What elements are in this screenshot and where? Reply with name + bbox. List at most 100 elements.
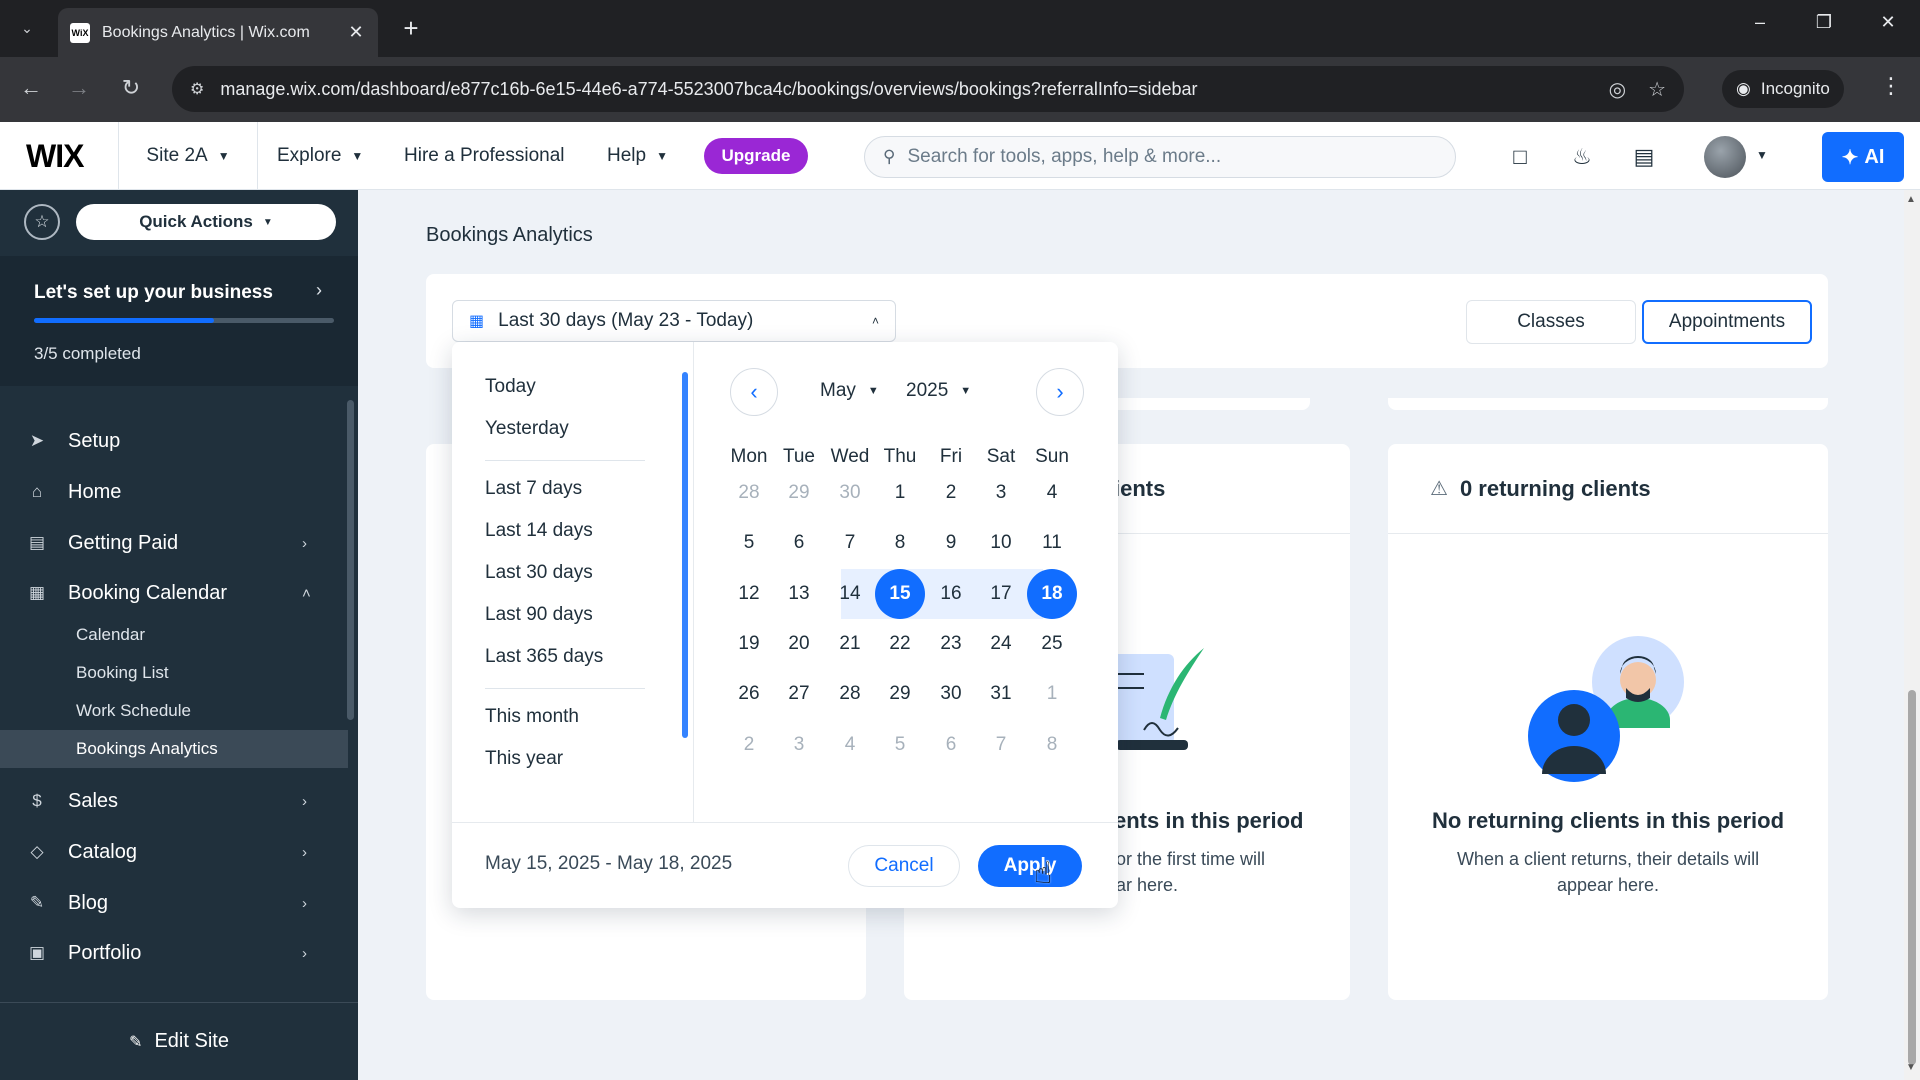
preset-last-7-days[interactable]: Last 7 days [485,478,582,500]
calendar-day[interactable]: 29 [774,468,824,518]
sidebar-subitem-bookings-analytics[interactable]: Bookings Analytics [0,730,348,768]
calendar-day[interactable]: 1 [875,468,925,518]
tab-close-icon[interactable]: ✕ [346,22,366,43]
next-month-icon[interactable]: › [1036,368,1084,416]
browser-tab[interactable]: WiX Bookings Analytics | Wix.com ✕ [58,8,378,57]
apply-button[interactable]: Apply [978,845,1082,887]
hire-professional-link[interactable]: Hire a Professional [404,122,565,190]
sidebar-item-blog[interactable]: ✎ Blog › [0,880,350,926]
calendar-day[interactable]: 8 [1027,720,1077,770]
explore-menu[interactable]: Explore ▼ [277,122,363,190]
scroll-down-arrow-icon[interactable]: ▼ [1906,1062,1916,1073]
calendar-day[interactable]: 25 [1027,619,1077,669]
calendar-day[interactable]: 22 [875,619,925,669]
sidebar-item-setup[interactable]: ➤ Setup [0,418,350,464]
calendar-day[interactable]: 9 [926,518,976,568]
help-menu[interactable]: Help ▼ [607,122,668,190]
calendar-day[interactable]: 7 [825,518,875,568]
calendar-day[interactable]: 13 [774,569,824,619]
upgrade-button[interactable]: Upgrade [704,138,808,174]
calendar-day[interactable]: 23 [926,619,976,669]
calendar-day[interactable]: 4 [825,720,875,770]
calendar-day[interactable]: 10 [976,518,1026,568]
quick-actions-button[interactable]: Quick Actions ▼ [76,204,336,240]
minimize-icon[interactable]: – [1740,12,1780,33]
year-select[interactable]: 2025 ▼ [906,380,971,402]
calendar-day[interactable]: 28 [724,468,774,518]
cancel-button[interactable]: Cancel [848,845,960,887]
window-close-icon[interactable]: ✕ [1868,12,1908,33]
calendar-day[interactable]: 28 [825,669,875,719]
forward-arrow-icon[interactable]: → [62,73,96,103]
setup-progress-card[interactable]: Let's set up your business › 3/5 complet… [0,256,358,386]
calendar-day[interactable]: 6 [926,720,976,770]
calendar-day[interactable]: 31 [976,669,1026,719]
calendar-day[interactable]: 29 [875,669,925,719]
calendar-day[interactable]: 3 [774,720,824,770]
sidebar-item-getting-paid[interactable]: ▤ Getting Paid › [0,520,350,566]
preset-last-90-days[interactable]: Last 90 days [485,604,593,626]
updates-news-icon[interactable]: ▤ [1629,142,1659,172]
sidebar-item-portfolio[interactable]: ▣ Portfolio › [0,930,350,976]
search-box[interactable]: ⚲ [864,136,1456,178]
calendar-day[interactable]: 11 [1027,518,1077,568]
sidebar-item-sales[interactable]: $ Sales › [0,778,350,824]
calendar-day[interactable]: 17 [976,569,1026,619]
back-arrow-icon[interactable]: ← [14,73,48,103]
site-settings-icon[interactable]: ⚙ [190,79,204,99]
main-scrollbar-thumb[interactable] [1908,690,1916,1065]
calendar-day[interactable]: 30 [926,669,976,719]
incognito-badge[interactable]: ◉ Incognito [1722,70,1844,108]
sidebar-subitem-calendar[interactable]: Calendar [0,616,348,654]
chevron-down-icon[interactable]: ▼ [1756,148,1768,162]
preset-this-year[interactable]: This year [485,748,563,770]
sidebar-item-catalog[interactable]: ◇ Catalog › [0,829,350,875]
bookmark-star-icon[interactable]: ☆ [1648,77,1666,102]
calendar-day[interactable]: 24 [976,619,1026,669]
sidebar-subitem-booking-list[interactable]: Booking List [0,654,348,692]
address-bar[interactable]: ⚙ manage.wix.com/dashboard/e877c16b-6e15… [172,66,1684,112]
calendar-day[interactable]: 4 [1027,468,1077,518]
ai-assistant-button[interactable]: ✦ AI [1822,132,1904,182]
calendar-day[interactable]: 6 [774,518,824,568]
sidebar-item-booking-calendar[interactable]: ▦ Booking Calendar ˄ [0,570,350,616]
scroll-up-arrow-icon[interactable]: ▲ [1906,194,1916,205]
month-select[interactable]: May ▼ [820,380,879,402]
url-text[interactable]: manage.wix.com/dashboard/e877c16b-6e15-4… [220,79,1586,100]
calendar-day[interactable]: 2 [926,468,976,518]
calendar-day[interactable]: 27 [774,669,824,719]
calendar-day[interactable]: 5 [875,720,925,770]
calendar-day[interactable]: 26 [724,669,774,719]
favorites-star-icon[interactable]: ☆ [24,204,60,240]
notifications-bell-icon[interactable]: ♨ [1567,142,1597,172]
preset-yesterday[interactable]: Yesterday [485,418,569,440]
calendar-day[interactable]: 16 [926,569,976,619]
calendar-day[interactable]: 7 [976,720,1026,770]
preset-last-14-days[interactable]: Last 14 days [485,520,593,542]
preset-last-365-days[interactable]: Last 365 days [485,646,603,668]
search-input[interactable] [907,146,1437,168]
preset-last-30-days[interactable]: Last 30 days [485,562,593,584]
wix-logo[interactable]: WIX [26,138,84,175]
preset-scrollbar[interactable] [682,372,688,738]
tab-appointments[interactable]: Appointments [1642,300,1812,344]
tab-search-chevron-icon[interactable]: ⌄ [10,14,44,42]
tab-classes[interactable]: Classes [1466,300,1636,344]
calendar-day[interactable]: 15 [875,569,925,619]
calendar-day[interactable]: 20 [774,619,824,669]
calendar-day[interactable]: 3 [976,468,1026,518]
avatar[interactable] [1704,136,1746,178]
sidebar-scrollbar[interactable] [347,400,354,720]
calendar-day[interactable]: 19 [724,619,774,669]
calendar-day[interactable]: 1 [1027,669,1077,719]
browser-menu-icon[interactable]: ⋮ [1876,73,1906,99]
calendar-day[interactable]: 30 [825,468,875,518]
preset-today[interactable]: Today [485,376,536,398]
calendar-day[interactable]: 18 [1027,569,1077,619]
sidebar-subitem-work-schedule[interactable]: Work Schedule [0,692,348,730]
main-scrollbar[interactable]: ▲ ▼ [1904,190,1920,1080]
sidebar-item-home[interactable]: ⌂ Home [0,469,350,515]
calendar-day[interactable]: 21 [825,619,875,669]
calendar-day[interactable]: 12 [724,569,774,619]
chat-icon[interactable]: □ [1505,142,1535,172]
